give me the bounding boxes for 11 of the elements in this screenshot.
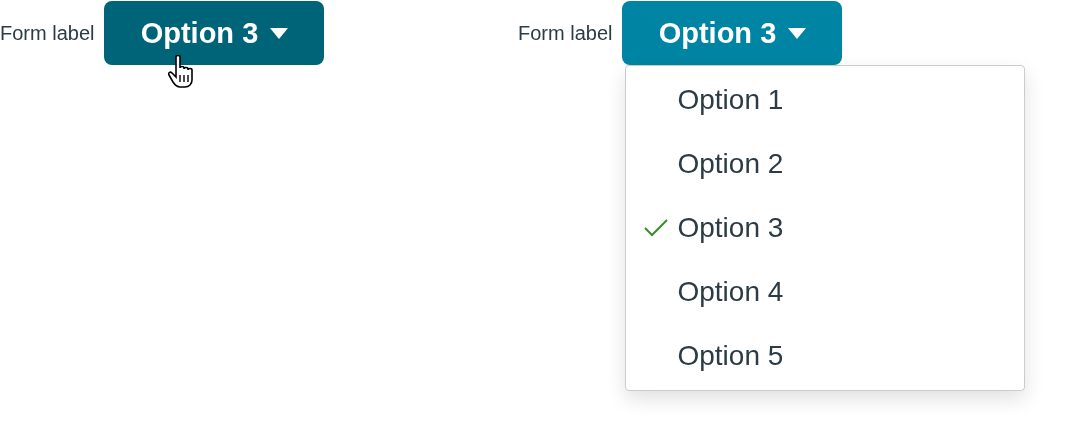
caret-icon: [788, 27, 807, 39]
menu-option[interactable]: Option 1: [626, 68, 1025, 132]
menu-option[interactable]: Option 4: [626, 260, 1025, 324]
menu-option[interactable]: Option 5: [626, 324, 1025, 388]
form-label: Form label: [518, 22, 613, 45]
menu-option[interactable]: Option 3: [626, 196, 1025, 260]
caret-icon: [270, 27, 289, 39]
dropdown-button[interactable]: Option 3: [104, 1, 325, 65]
form-label: Form label: [0, 22, 95, 45]
dropdown-button[interactable]: Option 3: [622, 1, 843, 65]
menu-option[interactable]: Option 2: [626, 132, 1025, 196]
